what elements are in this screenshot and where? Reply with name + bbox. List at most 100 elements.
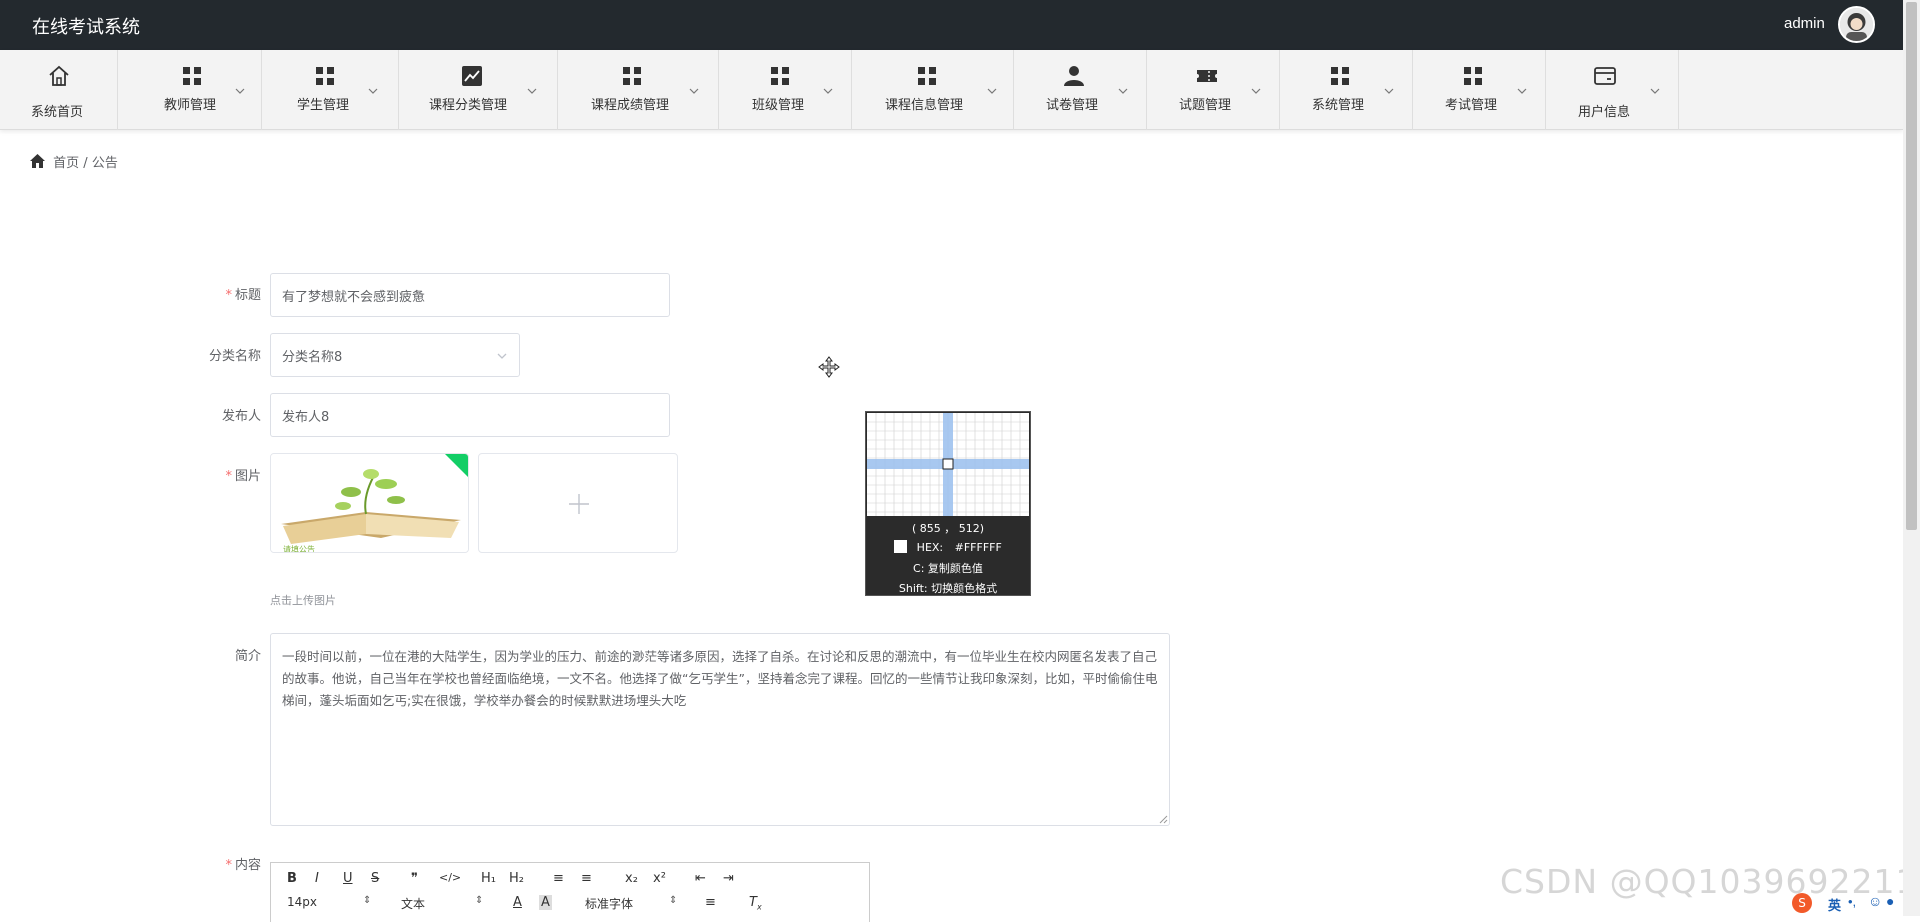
color-swatch <box>894 540 908 553</box>
nav-item-student[interactable]: 学生管理 <box>262 50 399 130</box>
picker-hex-value: #FFFFFF <box>954 541 1002 554</box>
nav-item-course-score[interactable]: 课程成绩管理 <box>558 50 719 130</box>
picker-shift-hint: Shift: 切换颜色格式 <box>898 582 998 595</box>
underline-button[interactable]: U <box>343 871 353 886</box>
sogou-icon: S <box>1792 893 1812 913</box>
image-caption: 请填公告 <box>283 545 315 553</box>
breadcrumb-home[interactable]: 首页 <box>53 156 79 171</box>
nav-label: 班级管理 <box>752 98 805 113</box>
chevron-down-icon <box>497 353 507 359</box>
app-title: 在线考试系统 <box>32 17 140 38</box>
nav-label: 试卷管理 <box>1046 98 1099 113</box>
nav-label: 课程成绩管理 <box>591 98 670 113</box>
h1-button[interactable]: H₁ <box>481 871 496 886</box>
font-size-select[interactable]: 14px <box>287 895 317 909</box>
required-mark: * <box>225 858 232 873</box>
home-icon <box>30 154 45 168</box>
indent-button[interactable]: ⇥ <box>723 871 734 886</box>
ime-toolbar[interactable]: S 英 •, ☺ ● <box>1790 890 1903 916</box>
rich-text-editor[interactable]: B I U S ❞ </> H₁ H₂ ≡ ≡ x₂ x² ⇤ ⇥ 14px ⇕… <box>270 862 870 922</box>
clear-format-icon[interactable]: Tx <box>749 895 762 912</box>
intro-textarea[interactable]: 一段时间以前，一位在港的大陆学生，因为学业的压力、前途的渺茫等诸多原因，选择了自… <box>270 633 1170 826</box>
nav-item-user-info[interactable]: 用户信息 <box>1546 50 1679 130</box>
scrollbar-thumb[interactable] <box>1906 2 1917 530</box>
uploaded-image[interactable]: 请填公告 <box>270 453 469 553</box>
nav-label: 教师管理 <box>164 98 217 113</box>
color-picker-overlay: ( 855 ， 512) HEX: #FFFFFF C: 复制颜色值 Shift… <box>865 411 1031 596</box>
plus-icon <box>569 494 589 514</box>
picker-hex-label: HEX: <box>916 541 944 554</box>
outdent-button[interactable]: ⇤ <box>695 871 706 886</box>
nav-item-home[interactable]: 系统首页 <box>0 50 118 130</box>
category-select-value: 分类名称8 <box>282 350 343 365</box>
nav-label: 考试管理 <box>1445 98 1498 113</box>
bullet-list-button[interactable]: ≡ <box>581 871 592 886</box>
required-mark: * <box>225 469 232 484</box>
strike-button[interactable]: S <box>371 871 379 886</box>
nav-item-question[interactable]: 试题管理 <box>1147 50 1280 130</box>
chevron-down-icon <box>987 88 997 94</box>
h2-button[interactable]: H₂ <box>509 871 524 886</box>
grid-icon <box>623 67 641 85</box>
font-color-icon[interactable]: A <box>513 895 522 910</box>
upload-add-button[interactable] <box>478 453 678 553</box>
title-input[interactable]: 有了梦想就不会感到疲惫 <box>270 273 670 317</box>
nav-item-course-info[interactable]: 课程信息管理 <box>852 50 1014 130</box>
chevron-updown-icon: ⇕ <box>669 895 678 906</box>
magnifier-grid <box>867 413 1029 516</box>
resize-handle-icon[interactable] <box>1158 814 1168 824</box>
nav-label: 用户信息 <box>1578 105 1631 120</box>
nav-label: 课程分类管理 <box>429 98 508 113</box>
scrollbar[interactable] <box>1903 0 1920 916</box>
book-plant-image <box>271 454 468 552</box>
move-cursor-icon <box>818 356 840 378</box>
italic-button[interactable]: I <box>315 871 319 886</box>
publisher-label: 发布人 <box>221 409 261 424</box>
ime-lang: 英 <box>1828 899 1842 914</box>
blockquote-button[interactable]: ❞ <box>411 871 418 886</box>
align-icon[interactable]: ≡ <box>705 895 716 910</box>
bold-button[interactable]: B <box>287 871 297 886</box>
code-button[interactable]: </> <box>439 871 461 884</box>
avatar[interactable] <box>1838 6 1875 43</box>
chevron-down-icon <box>689 88 699 94</box>
chart-icon <box>462 66 482 86</box>
ordered-list-button[interactable]: ≡ <box>553 871 564 886</box>
breadcrumb-separator: / <box>83 156 88 171</box>
category-select[interactable]: 分类名称8 <box>270 333 520 377</box>
intro-label: 简介 <box>234 649 261 664</box>
publisher-input[interactable]: 发布人8 <box>270 393 670 437</box>
nav-item-system[interactable]: 系统管理 <box>1280 50 1413 130</box>
nav-item-class[interactable]: 班级管理 <box>719 50 852 130</box>
superscript-button[interactable]: x² <box>653 871 666 886</box>
user-name[interactable]: admin <box>1784 15 1825 32</box>
chevron-updown-icon: ⇕ <box>363 895 372 906</box>
subscript-button[interactable]: x₂ <box>625 871 638 886</box>
card-icon <box>1594 67 1616 85</box>
chevron-down-icon <box>1517 88 1527 94</box>
chevron-down-icon <box>1650 88 1660 94</box>
avatar-image <box>1840 8 1873 41</box>
background-color-icon[interactable]: A <box>539 895 552 910</box>
nav-item-course-category[interactable]: 课程分类管理 <box>399 50 558 130</box>
block-type-select[interactable]: 文本 <box>401 895 425 912</box>
nav-item-exam[interactable]: 考试管理 <box>1413 50 1546 130</box>
chevron-updown-icon: ⇕ <box>475 895 484 906</box>
main-nav: 系统首页 教师管理 学生管理 课程分类管理 课程成绩管理 班级管理 课程信息管理… <box>0 50 1903 130</box>
nav-item-teacher[interactable]: 教师管理 <box>118 50 262 130</box>
chevron-down-icon <box>1384 88 1394 94</box>
nav-item-paper[interactable]: 试卷管理 <box>1014 50 1147 130</box>
category-label: 分类名称 <box>208 349 261 364</box>
chevron-down-icon <box>235 88 245 94</box>
breadcrumb-current: 公告 <box>91 156 118 171</box>
content-label: * 内容 <box>225 858 261 873</box>
image-label: * 图片 <box>225 469 261 484</box>
breadcrumb: 首页 / 公告 <box>30 152 118 171</box>
svg-text:S: S <box>1798 896 1806 910</box>
font-family-select[interactable]: 标准字体 <box>585 895 633 912</box>
chevron-down-icon <box>368 88 378 94</box>
user-icon <box>1064 66 1084 86</box>
editor-toolbar-row: B I U S ❞ </> H₁ H₂ ≡ ≡ x₂ x² ⇤ ⇥ <box>271 871 871 895</box>
nav-label: 课程信息管理 <box>885 98 964 113</box>
home-icon <box>49 65 69 86</box>
